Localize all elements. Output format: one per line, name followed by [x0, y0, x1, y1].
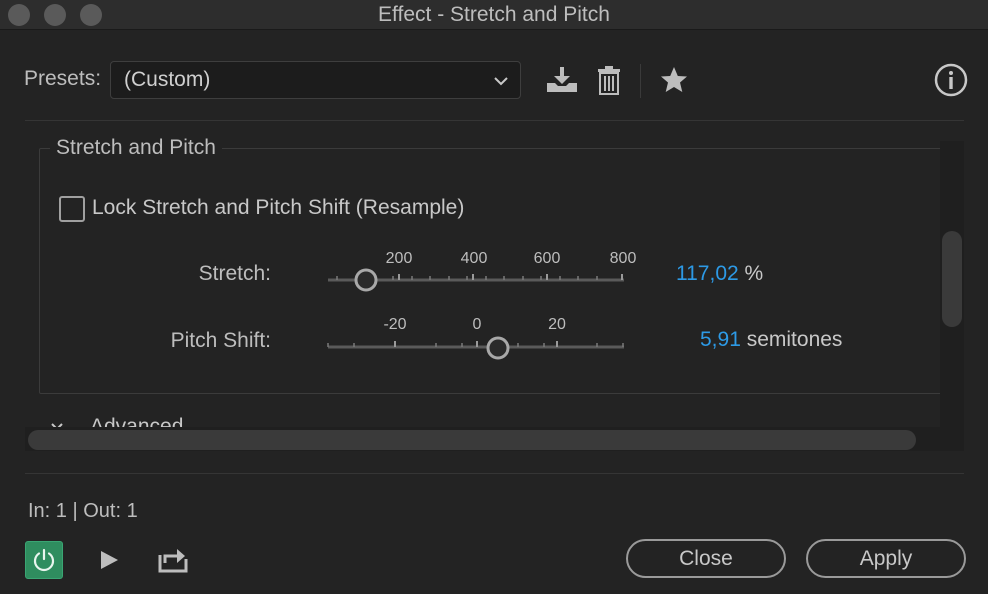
stretch-value-field[interactable]: 117,02 % [676, 262, 763, 286]
pitch-value[interactable]: 5,91 [700, 328, 741, 351]
title-bar: Effect - Stretch and Pitch [0, 0, 988, 30]
vertical-scrollbar-thumb[interactable] [942, 231, 962, 327]
pitch-shift-slider[interactable] [325, 333, 627, 363]
info-icon [934, 63, 968, 97]
window-title: Effect - Stretch and Pitch [378, 3, 610, 26]
loop-icon [158, 549, 188, 573]
pitch-shift-label: Pitch Shift: [170, 329, 271, 352]
pitch-tick-label: 20 [548, 316, 566, 333]
delete-preset-button[interactable] [591, 62, 627, 98]
pitch-tick-label: 0 [472, 316, 482, 333]
close-button[interactable]: Close [626, 539, 786, 578]
info-button[interactable] [933, 62, 969, 98]
pitch-slider-thumb[interactable] [486, 336, 510, 360]
effect-panel: Stretch and Pitch Lock Stretch and Pitch… [25, 121, 964, 451]
lock-resample-label: Lock Stretch and Pitch Shift (Resample) [92, 196, 465, 219]
horizontal-scrollbar-thumb[interactable] [28, 430, 916, 450]
advanced-section-header[interactable]: Advanced [40, 415, 340, 427]
stretch-label: Stretch: [198, 262, 271, 285]
save-preset-icon [547, 67, 577, 92]
presets-dropdown[interactable]: (Custom) [110, 61, 521, 99]
trash-icon [598, 66, 620, 95]
stretch-slider-thumb[interactable] [354, 268, 378, 292]
stretch-unit: % [744, 262, 764, 285]
chevron-down-icon [494, 77, 508, 86]
play-icon [101, 551, 118, 569]
advanced-label: Advanced [90, 415, 184, 427]
toolbar-divider [640, 64, 641, 98]
power-icon [33, 548, 55, 572]
loop-playback-button[interactable] [155, 543, 191, 577]
pitch-tick-label: -20 [383, 316, 407, 333]
in-out-status: In: 1 | Out: 1 [28, 500, 138, 522]
stretch-slider[interactable] [325, 265, 627, 295]
star-icon [661, 67, 687, 92]
favorite-button[interactable] [656, 62, 692, 98]
stretch-value[interactable]: 117,02 [676, 262, 739, 285]
effect-power-button[interactable] [25, 541, 63, 579]
preview-play-button[interactable] [92, 543, 126, 577]
presets-value: (Custom) [124, 68, 211, 91]
apply-button[interactable]: Apply [806, 539, 966, 578]
pitch-value-field[interactable]: 5,91 semitones [700, 328, 842, 352]
bottom-divider [25, 473, 964, 474]
presets-label: Presets: [24, 67, 102, 90]
save-preset-button[interactable] [544, 62, 580, 98]
group-title: Stretch and Pitch [50, 136, 222, 160]
pitch-unit: semitones [746, 328, 843, 351]
lock-resample-checkbox[interactable] [59, 196, 85, 222]
